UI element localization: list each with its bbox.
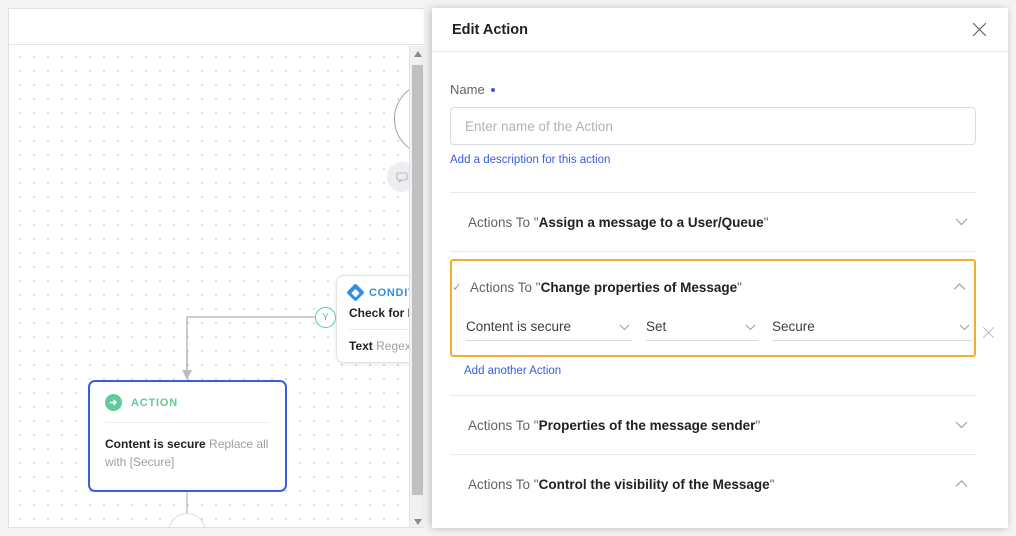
section-control-visibility[interactable]: Actions To "Control the visibility of th… [450, 455, 976, 513]
section-label: Actions To "Assign a message to a User/Q… [468, 215, 948, 230]
app-root: ST N CONDITION Check for PII in Text Reg… [0, 0, 1016, 536]
required-dot-icon [490, 87, 495, 92]
check-icon: ✓ [452, 280, 463, 294]
flow-node-action[interactable]: ACTION Content is secure Replace all wit… [88, 380, 287, 492]
section-label: Actions To "Change properties of Message… [470, 280, 946, 295]
scrollbar-up-arrow[interactable] [410, 46, 424, 61]
scrollbar-thumb[interactable] [412, 65, 423, 495]
add-description-link[interactable]: Add a description for this action [450, 154, 610, 166]
quote-close: " [737, 279, 742, 295]
action-node-header: ACTION [105, 394, 270, 411]
action-detail-bold: Content is secure [105, 437, 206, 451]
scrollbar-down-arrow[interactable] [410, 514, 424, 527]
plus-icon: + [181, 523, 192, 528]
section-properties-sender[interactable]: Actions To "Properties of the message se… [450, 396, 976, 454]
branch-badge-label: Y [322, 312, 329, 323]
quote-close: " [763, 214, 769, 230]
chevron-down-icon[interactable] [619, 319, 630, 334]
chevron-down-icon[interactable] [948, 416, 974, 434]
page-title: Edit Action [452, 21, 528, 38]
flow-canvas-pane[interactable]: ST N CONDITION Check for PII in Text Reg… [8, 8, 424, 528]
action-node-detail: Content is secure Replace all with [Secu… [105, 435, 270, 471]
delete-row-icon[interactable] [974, 326, 1002, 344]
add-another-action-link[interactable]: Add another Action [464, 365, 561, 377]
canvas-vertical-scrollbar[interactable] [409, 46, 424, 527]
branch-badge-yes[interactable]: Y [315, 307, 336, 328]
value-select[interactable]: Secure [772, 313, 972, 341]
chevron-up-icon[interactable] [946, 278, 972, 296]
operator-select[interactable]: Set [646, 313, 758, 341]
quote-close: " [769, 476, 775, 492]
section-prefix: Actions To [468, 417, 534, 433]
operator-select-value: Set [646, 319, 667, 334]
section-change-properties-header[interactable]: ✓ Actions To "Change properties of Messa… [452, 261, 974, 313]
section-label: Actions To "Properties of the message se… [468, 418, 948, 433]
condition-detail-bold: Text [349, 339, 373, 353]
section-prefix: Actions To [468, 214, 534, 230]
close-icon[interactable] [966, 17, 992, 43]
chevron-down-icon[interactable] [745, 319, 756, 334]
property-select-value: Content is secure [466, 319, 572, 334]
section-name: Properties of the message sender [538, 417, 756, 433]
chevron-down-icon[interactable] [948, 213, 974, 231]
property-select[interactable]: Content is secure [466, 313, 632, 341]
chevron-up-icon[interactable] [948, 475, 974, 493]
panel-body: Name Add a description for this action A… [432, 82, 1008, 513]
section-prefix: Actions To [470, 279, 536, 295]
arrow-right-circle-icon [105, 394, 122, 411]
section-label: Actions To "Control the visibility of th… [468, 477, 948, 492]
name-input[interactable] [450, 107, 976, 145]
value-select-value: Secure [772, 319, 815, 334]
name-field-label: Name [450, 82, 976, 97]
chevron-down-icon[interactable] [959, 319, 970, 334]
edit-action-panel: Edit Action Name Add a description for t… [432, 8, 1008, 528]
action-node-type: ACTION [131, 396, 178, 409]
section-name: Change properties of Message [540, 279, 738, 295]
action-node-divider [105, 422, 270, 423]
section-assign-message[interactable]: Actions To "Assign a message to a User/Q… [450, 193, 976, 251]
diamond-icon [346, 283, 365, 302]
quote-close: " [755, 417, 761, 433]
divider [450, 251, 976, 252]
section-name: Assign a message to a User/Queue [538, 214, 764, 230]
action-condition-row: Content is secure Set Secure [452, 313, 974, 355]
section-prefix: Actions To [468, 476, 534, 492]
name-label-text: Name [450, 82, 485, 97]
section-name: Control the visibility of the Message [538, 476, 770, 492]
panel-header: Edit Action [432, 8, 1008, 52]
section-change-properties-highlighted[interactable]: ✓ Actions To "Change properties of Messa… [450, 259, 976, 357]
